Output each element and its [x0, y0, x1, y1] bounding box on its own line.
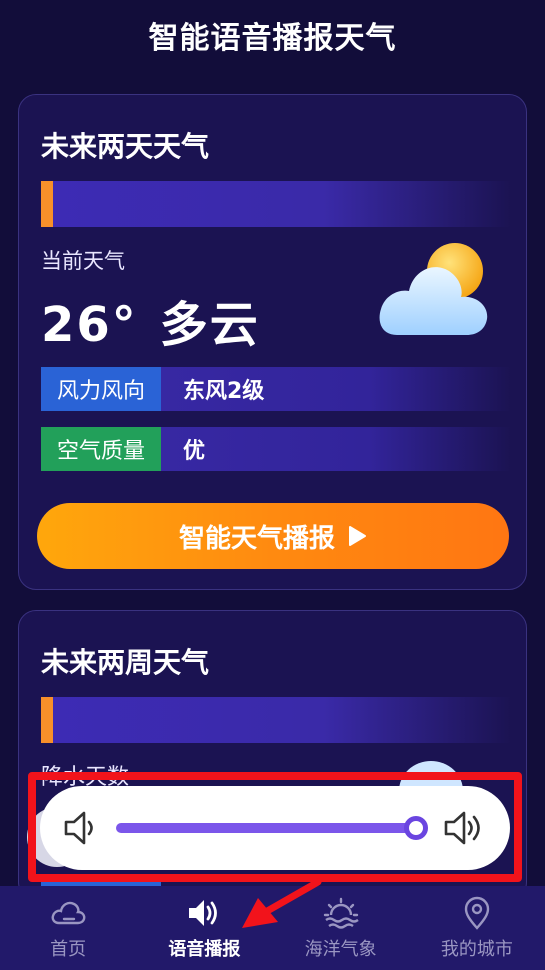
wind-row: 风力风向 东风2级: [41, 367, 511, 411]
weather-broadcast-button[interactable]: 智能天气播报: [37, 503, 509, 569]
nav-item-home[interactable]: 首页: [0, 886, 136, 970]
location-pin-icon: [464, 896, 490, 930]
sunrise-sea-icon: [323, 897, 359, 929]
current-weather: 26° 多云: [41, 285, 260, 355]
pointer-arrow-icon: [242, 878, 322, 928]
accent-tick: [41, 697, 53, 743]
nav-label: 我的城市: [440, 939, 513, 960]
accent-tick: [41, 181, 53, 227]
nav-item-my-city[interactable]: 我的城市: [409, 886, 545, 970]
cloud-icon: [51, 901, 86, 925]
two-day-weather-card: 未来两天天气 当前天气 26° 多云 风力风向 东风2级 空气质量 优 智能天气播…: [18, 94, 527, 590]
accent-bar: [41, 181, 511, 227]
accent-bar: [41, 697, 511, 743]
volume-slider-thumb[interactable]: [404, 816, 428, 840]
nav-label: 首页: [50, 939, 87, 960]
wind-value: 东风2级: [183, 379, 265, 404]
air-quality-value: 优: [183, 439, 206, 464]
nav-label: 海洋气象: [304, 939, 377, 960]
air-quality-tag: 空气质量: [41, 427, 161, 471]
play-icon: [349, 526, 366, 546]
card-title: 未来两天天气: [41, 130, 210, 163]
wind-tag: 风力风向: [41, 367, 161, 411]
condition: 多云: [159, 297, 260, 353]
current-weather-label: 当前天气: [41, 249, 125, 273]
nav-label: 语音播报: [168, 939, 241, 960]
page-title: 智能语音播报天气: [148, 21, 397, 56]
volume-high-icon[interactable]: [442, 806, 486, 850]
volume-slider-track[interactable]: [116, 823, 416, 833]
temperature: 26°: [41, 297, 138, 353]
air-quality-row: 空气质量 优: [41, 427, 511, 471]
app-header: 智能语音播报天气: [0, 0, 545, 70]
card-title: 未来两周天气: [41, 646, 210, 679]
speaker-icon: [189, 900, 218, 926]
partly-cloudy-icon: [379, 243, 488, 335]
broadcast-button-label: 智能天气播报: [178, 523, 335, 554]
volume-low-icon[interactable]: [62, 806, 98, 850]
